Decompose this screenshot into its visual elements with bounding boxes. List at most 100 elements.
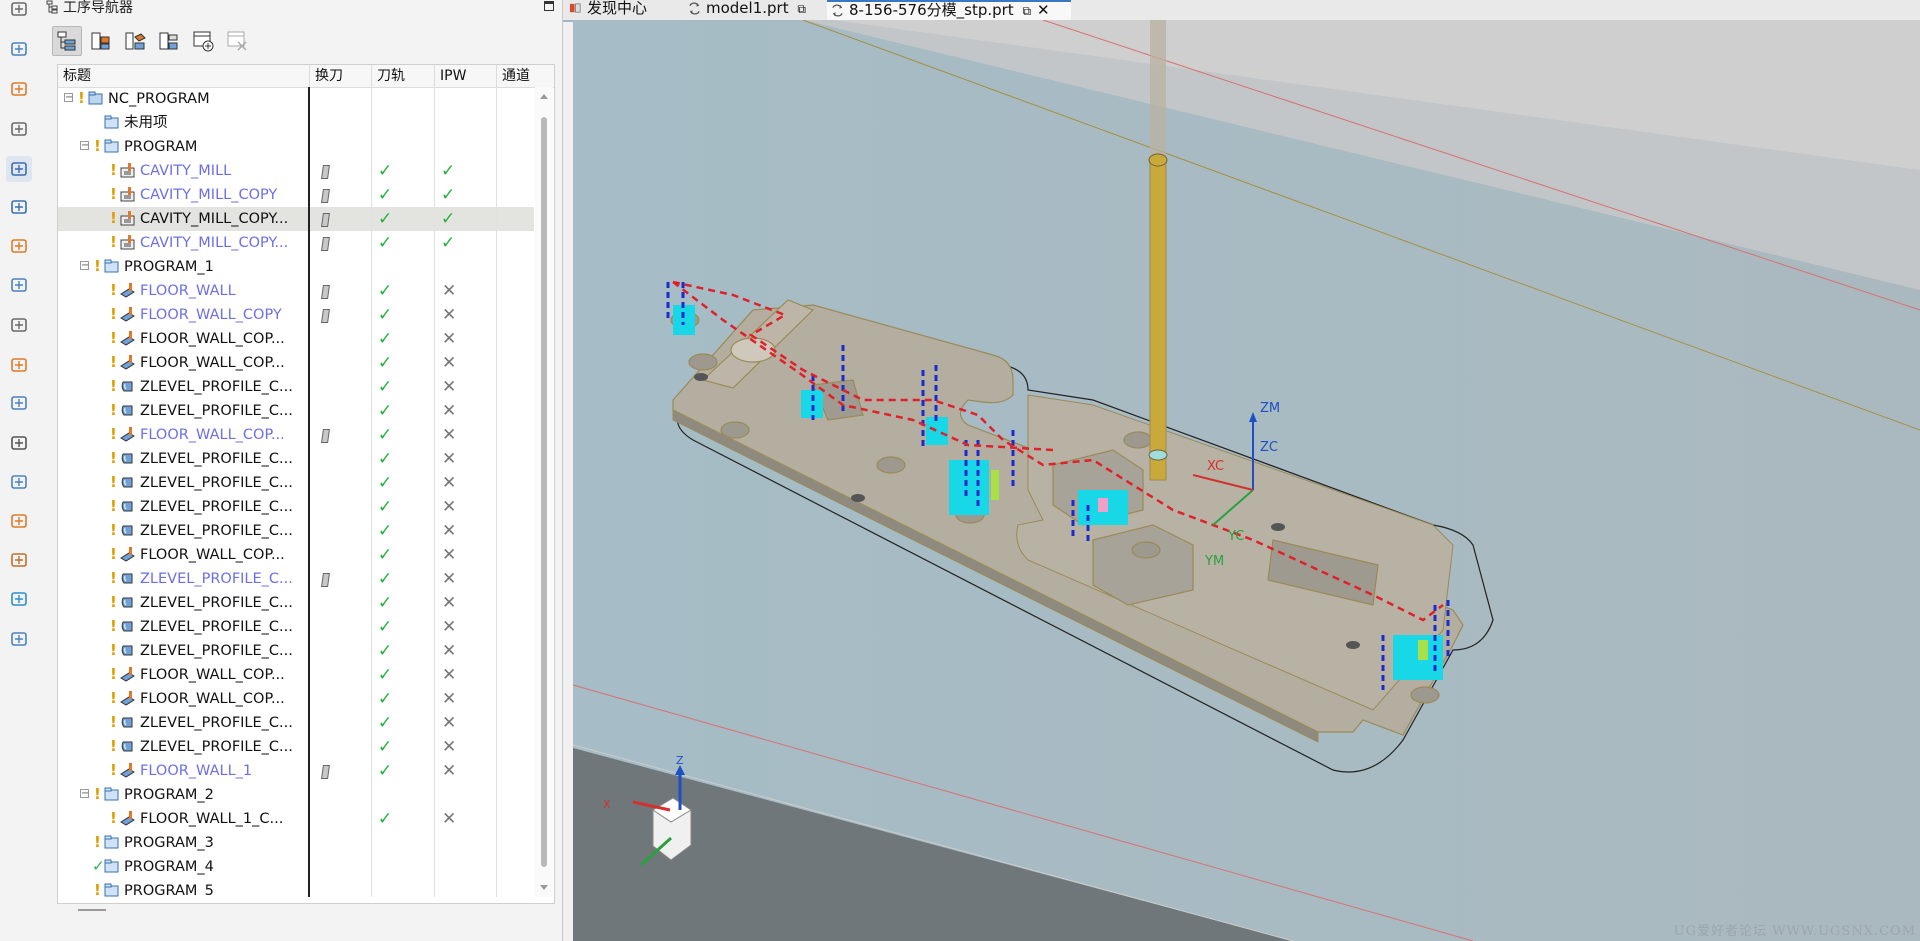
tree-row[interactable]: ! ZLEVEL_PROFILE_C... ✓ ✕ [58,471,534,495]
toolpath-check-icon: ✓ [378,401,393,421]
needs-regenerate-icon: ! [110,737,117,755]
history-button[interactable] [6,430,32,456]
part-navigator-button[interactable] [6,36,32,62]
tree-row[interactable]: ! ZLEVEL_PROFILE_C... ✓ ✕ [58,519,534,543]
tab-discovery-center[interactable]: 发现中心 [565,0,685,18]
tree-row[interactable]: ! FLOOR_WALL_1 ✓ ✕ [58,759,534,783]
machine-tool-view-button[interactable] [86,26,116,56]
tree-row[interactable]: ! ZLEVEL_PROFILE_C... ✓ ✕ [58,735,534,759]
graphics-viewport[interactable]: ZM ZC YC YM XC Z X UG爱好者论坛 WWW.UGSNX.COM [573,20,1920,941]
machine-navigator-button[interactable] [6,194,32,220]
column-header-tool-change[interactable]: 换刀 [310,65,372,87]
column-header-channel[interactable]: 通道 [497,65,554,87]
operation-tree-table: 标题 换刀 刀轨 IPW 通道 −! NC_PROGRAM 未用项 −! PROGRAM… [57,64,555,911]
tab-label: model1.prt [706,0,789,17]
settings-button[interactable] [6,0,32,22]
collapse-toggle-icon[interactable]: − [64,93,73,103]
hd3d-tools-button[interactable] [6,352,32,378]
ipw-cross-icon: ✕ [442,353,457,373]
tree-row[interactable]: ! FLOOR_WALL_COP... ✓ ✕ [58,687,534,711]
feature-group-button[interactable] [6,233,32,259]
tree-row-label: ZLEVEL_PROFILE_C... [140,715,293,731]
tree-row[interactable]: ✓ PROGRAM_4 [58,855,534,879]
tool-change-icon [321,765,330,779]
tree-row-label: CAVITY_MILL_COPY... [140,235,289,251]
tree-row[interactable]: ! PROGRAM_5 [58,879,534,897]
ipw-cross-icon: ✕ [442,689,457,709]
needs-regenerate-icon: ! [110,497,117,515]
needs-regenerate-icon: ! [110,161,117,179]
column-header-ipw[interactable]: IPW [435,65,497,87]
scrollbar-thumb[interactable] [541,117,547,867]
machining-method-view-button[interactable] [154,26,184,56]
tree-row-label: NC_PROGRAM [108,91,210,107]
toolpath-check-icon: ✓ [378,569,393,589]
tree-row[interactable]: −! PROGRAM_1 [58,255,534,279]
tree-row[interactable]: ! FLOOR_WALL_COP... ✓ ✕ [58,351,534,375]
column-header-toolpath[interactable]: 刀轨 [372,65,435,87]
model-view[interactable]: ZM ZC YC YM XC Z X [573,20,1920,941]
column-header-title[interactable]: 标题 [58,65,310,87]
user-tools-button[interactable] [6,626,32,652]
ipw-cross-icon: ✕ [442,401,457,421]
tree-row[interactable]: ! ZLEVEL_PROFILE_C... ✓ ✕ [58,375,534,399]
tree-row[interactable]: ! FLOOR_WALL_COP... ✓ ✕ [58,423,534,447]
process-studio-button[interactable] [6,469,32,495]
delete-button[interactable] [222,26,252,56]
system-materials-button[interactable] [6,547,32,573]
tree-row[interactable]: ! FLOOR_WALL_1_C... ✓ ✕ [58,807,534,831]
tree-row[interactable]: ! FLOOR_WALL_COP... ✓ ✕ [58,663,534,687]
color-analysis-button[interactable] [6,586,32,612]
collapse-toggle-icon[interactable]: − [80,789,89,799]
collapse-toggle-icon[interactable]: − [80,141,89,151]
tree-row[interactable]: ! ZLEVEL_PROFILE_C... ✓ ✕ [58,447,534,471]
tree-row-label: FLOOR_WALL_COP... [140,331,285,347]
tree-row[interactable]: ! FLOOR_WALL_COP... ✓ ✕ [58,327,534,351]
web-browser-button[interactable] [6,390,32,416]
tree-row[interactable]: ! ZLEVEL_PROFILE_C... ✓ ✕ [58,567,534,591]
tree-row[interactable]: ! ZLEVEL_PROFILE_C... ✓ ✕ [58,591,534,615]
program-order-view-button[interactable] [52,26,82,56]
tree-row[interactable]: ! ZLEVEL_PROFILE_C... ✓ ✕ [58,399,534,423]
roles-button[interactable] [6,508,32,534]
triad-x-label: X [603,798,611,811]
toolpath-check-icon: ✓ [378,617,393,637]
tree-row[interactable]: ! CAVITY_MILL_COPY... ✓ ✓ [58,207,534,231]
hd3d-tools-icon [11,358,27,372]
tree-row[interactable]: ! CAVITY_MILL_COPY... ✓ ✓ [58,231,534,255]
tree-row[interactable]: ! ZLEVEL_PROFILE_C... ✓ ✕ [58,639,534,663]
tree-row[interactable]: −! PROGRAM_2 [58,783,534,807]
tree-row[interactable]: ! ZLEVEL_PROFILE_C... ✓ ✕ [58,711,534,735]
machining-method-view-icon [159,32,178,50]
create-operation-button[interactable] [188,26,218,56]
reuse-library-button[interactable] [6,312,32,338]
tree-row[interactable]: ! CAVITY_MILL_COPY ✓ ✓ [58,183,534,207]
tree-row[interactable]: −! PROGRAM [58,135,534,159]
constraint-navigator-button[interactable] [6,116,32,142]
horizontal-scrollbar-thumb[interactable] [78,909,106,911]
geometry-view-button[interactable] [120,26,150,56]
tab-active-part[interactable]: 8-156-576分模_stp.prt ⧉ ✕ [827,0,1071,20]
tree-row[interactable]: ! CAVITY_MILL ✓ ✓ [58,159,534,183]
assembly-navigator-button[interactable] [6,76,32,102]
geometry-view-icon [125,32,146,50]
tab-label: 8-156-576分模_stp.prt [849,1,1014,19]
collapse-toggle-icon[interactable]: − [80,261,89,271]
tree-row[interactable]: ! ZLEVEL_PROFILE_C... ✓ ✕ [58,495,534,519]
zm-axis-label: ZM [1260,401,1280,416]
tree-row[interactable]: −! NC_PROGRAM [58,87,534,111]
tree-row[interactable]: ! PROGRAM_3 [58,831,534,855]
close-tab-icon[interactable]: ✕ [1037,1,1050,19]
maximize-icon[interactable] [544,1,554,11]
tree-row[interactable]: ! FLOOR_WALL_COP... ✓ ✕ [58,543,534,567]
tree-row[interactable]: ! ZLEVEL_PROFILE_C... ✓ ✕ [58,615,534,639]
tree-row[interactable]: ! FLOOR_WALL_COPY ✓ ✕ [58,303,534,327]
feature-navigator-button[interactable] [6,272,32,298]
tree-row-label: PROGRAM_5 [124,883,214,897]
tab-model1[interactable]: model1.prt ⧉ [684,0,816,18]
operation-navigator-button[interactable] [6,156,32,182]
toolpath-check-icon: ✓ [378,713,393,733]
vertical-scrollbar[interactable] [535,87,553,897]
tree-row[interactable]: 未用项 [58,111,534,135]
tree-row[interactable]: ! FLOOR_WALL ✓ ✕ [58,279,534,303]
